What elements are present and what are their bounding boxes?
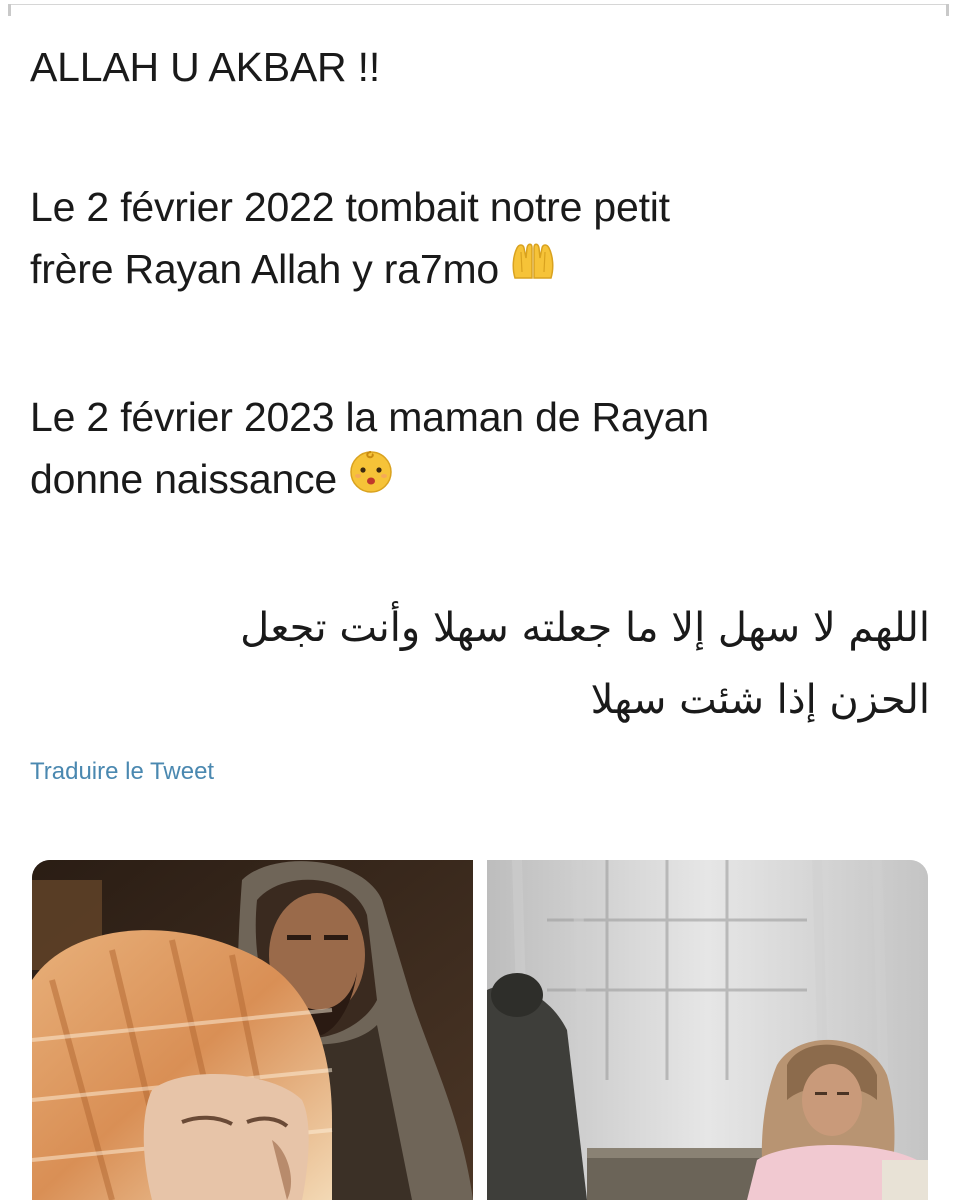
tweet-media <box>32 860 928 1200</box>
baby-face-icon <box>347 446 395 511</box>
divider-tick-left <box>8 4 11 16</box>
tweet-paragraph-2023: Le 2 février 2023 la maman de Rayan donn… <box>30 386 709 515</box>
paragraph-line: Le 2 février 2022 tombait notre petit <box>30 184 670 230</box>
photo-parents-night[interactable] <box>32 860 473 1200</box>
top-divider <box>8 4 949 16</box>
paragraph-line: Le 2 février 2023 la maman de Rayan <box>30 394 710 440</box>
arabic-prayer: اللهم لا سهل إلا ما جعلته سهلا وأنت تجعل… <box>30 592 930 736</box>
divider-tick-right <box>946 4 949 16</box>
photo-mother-room[interactable] <box>487 860 928 1200</box>
praying-hands-icon <box>509 237 557 299</box>
tweet-paragraph-2022: Le 2 février 2022 tombait notre petit fr… <box>30 176 670 303</box>
paragraph-line-text: donne naissance <box>30 456 338 502</box>
paragraph-line-with-emoji: frère Rayan Allah y ra7mo <box>30 238 670 303</box>
arabic-line: اللهم لا سهل إلا ما جعلته سهلا وأنت تجعل <box>240 605 930 651</box>
arabic-line: الحزن إذا شئت سهلا <box>590 677 930 723</box>
paragraph-line-with-emoji: donne naissance <box>30 448 709 515</box>
tweet-headline: ALLAH U AKBAR !! <box>30 44 381 90</box>
paragraph-line-text: frère Rayan Allah y ra7mo <box>30 246 500 292</box>
translate-tweet-link[interactable]: Traduire le Tweet <box>30 758 214 786</box>
